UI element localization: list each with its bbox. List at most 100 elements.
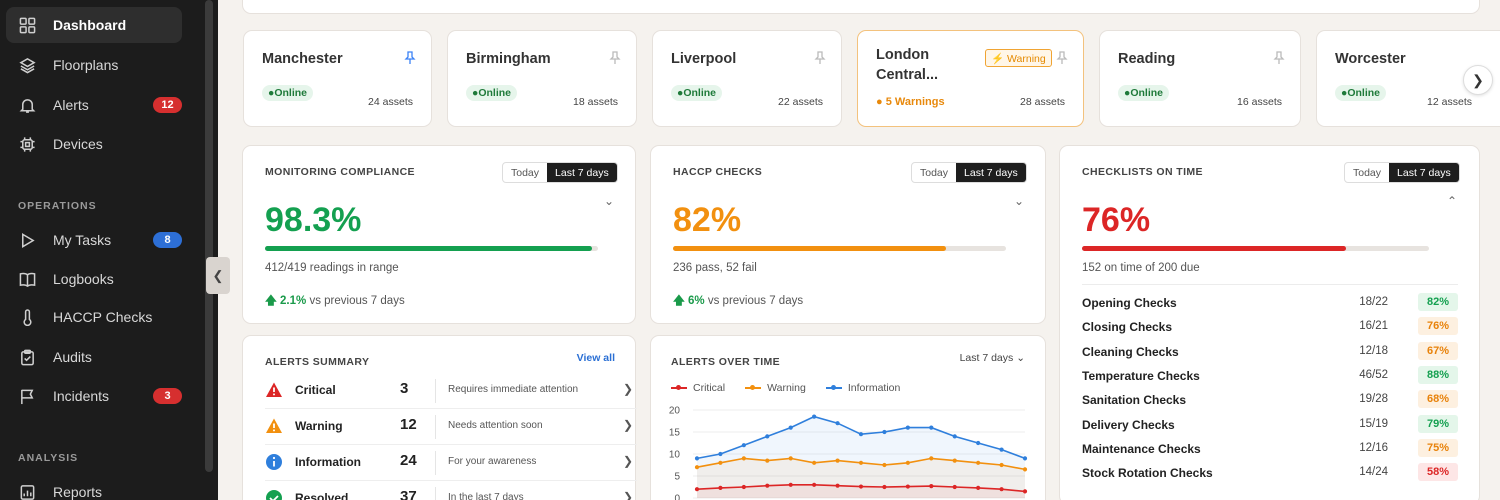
asset-count: 28 assets [1020,96,1065,108]
sidebar-item-label: HACCP Checks [53,309,153,325]
pin-icon[interactable] [404,51,416,65]
chevron-up-icon[interactable]: ⌃ [1447,194,1457,208]
kpi-haccp-checks: HACCP CHECKS Today Last 7 days ⌄ 82% 236… [650,145,1046,324]
checklist-row[interactable]: Cleaning Checks 12/18 67% [1082,341,1458,363]
site-card-liverpool[interactable]: Liverpool ● Online 22 assets [652,30,842,127]
data-point [812,460,817,465]
kpi-monitoring-compliance: MONITORING COMPLIANCE Today Last 7 days … [242,145,636,324]
sidebar-item-audits[interactable]: Audits [6,339,182,375]
sidebar-item-devices[interactable]: Devices [6,126,182,162]
data-point [1022,467,1028,472]
sidebar-item-floorplans[interactable]: Floorplans [6,47,182,83]
chevron-left-icon: ❮ [212,267,224,283]
data-point [999,447,1004,452]
sidebar-scrollbar[interactable] [205,0,213,472]
data-point [976,485,981,490]
alert-row-information[interactable]: Information 24 For your awareness ❯ [265,445,637,481]
alert-description: For your awareness [448,456,537,467]
chevron-down-icon[interactable]: ⌄ [604,194,614,208]
y-tick-label: 20 [669,406,681,417]
sidebar-item-my-tasks[interactable]: My Tasks 8 [6,222,182,258]
sidebar-item-logbooks[interactable]: Logbooks [6,261,182,297]
checklist-name: Delivery Checks [1082,417,1175,432]
collapse-sidebar-button[interactable]: ❮ [206,257,230,294]
checklist-row[interactable]: Closing Checks 16/21 76% [1082,316,1458,338]
data-point [694,465,700,470]
range-toggle: Today Last 7 days [1344,162,1460,183]
sidebar-item-label: Alerts [53,97,89,113]
data-point [952,484,957,490]
toggle-last-7-days[interactable]: Last 7 days [547,163,617,182]
checklist-row[interactable]: Sanitation Checks 19/28 68% [1082,389,1458,411]
thermometer-icon [18,308,36,326]
pin-icon[interactable] [1273,51,1285,65]
pin-icon[interactable] [1056,51,1068,65]
alert-row-critical[interactable]: Critical 3 Requires immediate attention … [265,373,637,409]
kpi-trend: 🡅 2.1% vs previous 7 days [265,295,405,307]
y-tick-label: 15 [669,428,681,439]
sidebar-item-dashboard[interactable]: Dashboard [6,7,182,43]
sidebar-section-operations: OPERATIONS [18,200,97,212]
alert-count: 12 [400,416,417,433]
alert-row-resolved[interactable]: Resolved 37 In the last 7 days ❯ [265,481,637,500]
site-card-birmingham[interactable]: Birmingham ● Online 18 assets [447,30,637,127]
sidebar-item-alerts[interactable]: Alerts 12 [6,87,182,123]
sidebar-item-reports[interactable]: Reports [6,474,182,500]
next-sites-button[interactable]: ❯ [1463,65,1493,95]
checklist-percent: 88% [1418,365,1458,384]
checklist-name: Stock Rotation Checks [1082,466,1213,481]
checklist-percent: 76% [1418,317,1458,336]
checklist-row[interactable]: Maintenance Checks 12/16 75% [1082,438,1458,460]
sidebar-item-haccp-checks[interactable]: HACCP Checks [6,299,182,335]
divider [1082,284,1458,285]
checklist-name: Closing Checks [1082,320,1173,335]
checklist-row[interactable]: Temperature Checks 46/52 88% [1082,365,1458,387]
checklist-row[interactable]: Delivery Checks 15/19 79% [1082,414,1458,436]
top-bar [242,0,1480,14]
status-badge: ● Online [262,85,314,101]
view-all-link[interactable]: View all [577,352,615,364]
checklist-row[interactable]: Stock Rotation Checks 14/24 58% [1082,462,1458,484]
sidebar-item-incidents[interactable]: Incidents 3 [6,378,182,414]
asset-count: 22 assets [778,96,823,108]
pin-icon[interactable] [814,51,826,65]
data-point [741,443,746,448]
checklist-percent: 75% [1418,438,1458,457]
data-point [976,440,981,446]
warning-badge: ⚡ Warning [985,49,1052,67]
data-point [882,484,887,490]
sidebar-item-label: My Tasks [53,232,112,248]
chevron-down-icon[interactable]: ⌄ [1014,194,1024,208]
alert-description: Requires immediate attention [448,384,579,395]
site-card-manchester[interactable]: Manchester ● Online 24 assets [243,30,432,127]
range-toggle: Today Last 7 days [911,162,1027,183]
toggle-today[interactable]: Today [1345,163,1389,182]
site-card-reading[interactable]: Reading ● Online 16 assets [1099,30,1301,127]
toggle-today[interactable]: Today [912,163,956,182]
checklist-name: Opening Checks [1082,296,1177,310]
checklist-count: 12/18 [1359,344,1388,357]
toggle-last-7-days[interactable]: Last 7 days [956,163,1026,182]
alert-count: 37 [400,488,417,500]
chevron-right-icon: ❯ [622,454,633,468]
alerts-summary-card: ALERTS SUMMARY View all Critical 3 Requi… [242,335,637,500]
toggle-last-7-days[interactable]: Last 7 days [1389,163,1459,182]
play-icon [18,231,36,249]
toggle-today[interactable]: Today [503,163,547,182]
status-badge: ● Online [466,85,518,101]
y-tick-label: 5 [674,472,680,483]
site-card-london-central[interactable]: London Central... ⚡ Warning ● 5 Warnings… [857,30,1084,127]
chevron-right-icon: ❯ [622,490,633,500]
data-point [765,483,770,488]
asset-count: 12 assets [1427,96,1472,108]
checklist-row[interactable]: Opening Checks 18/22 82% [1082,292,1458,314]
alert-row-warning[interactable]: Warning 12 Needs attention soon ❯ [265,409,637,445]
alert-count: 3 [400,380,409,397]
data-point [882,462,887,468]
trend-up-icon: 🡅 [673,295,685,307]
asset-count: 18 assets [573,96,618,108]
progress-fill [673,246,947,251]
pin-icon[interactable] [609,51,621,65]
warning-triangle-icon [266,418,282,433]
data-point [788,482,793,487]
